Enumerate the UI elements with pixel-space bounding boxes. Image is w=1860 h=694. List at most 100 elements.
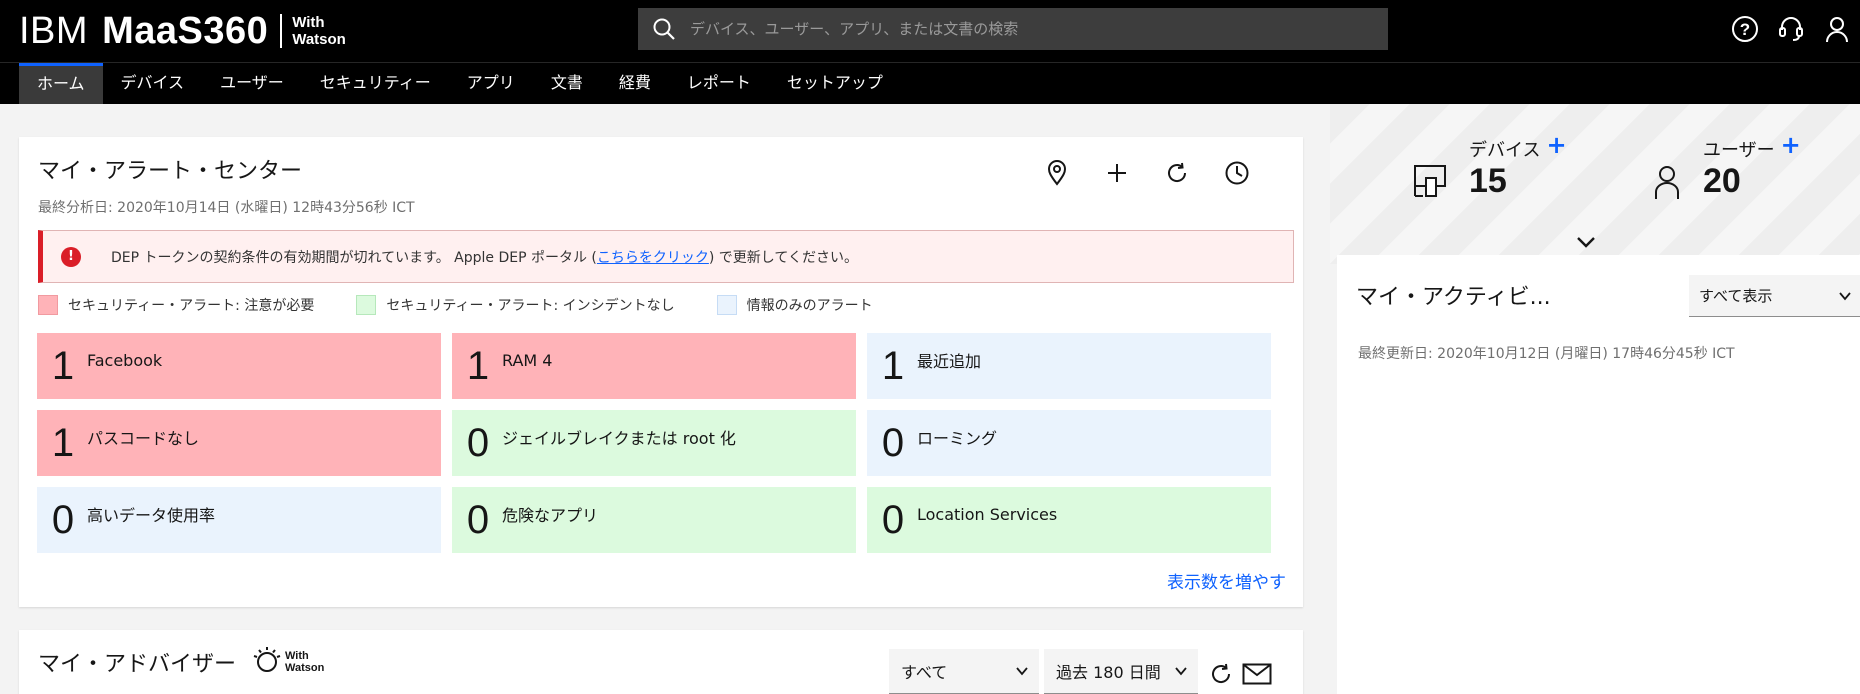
alert-tile-label: Facebook [87, 350, 163, 370]
alert-tile[interactable]: 1 RAM 4 [452, 333, 856, 399]
alert-tile-count: 0 [466, 420, 490, 465]
watson-logo-icon [253, 646, 281, 678]
legend-item: 情報のみのアラート [716, 295, 873, 315]
tab-setup[interactable]: セットアップ [769, 63, 901, 104]
search-icon[interactable] [638, 8, 690, 50]
alert-tile-count: 1 [51, 420, 75, 465]
alert-center-actions [1027, 157, 1267, 189]
watson-with: With [285, 650, 309, 662]
devices-count: 15 [1469, 162, 1507, 200]
advisor-range-select[interactable]: 過去 180 日間 [1044, 649, 1198, 694]
add-user-icon[interactable]: + [1781, 133, 1801, 157]
alert-center-title: マイ・アラート・センター [38, 159, 303, 184]
alert-tile-label: ローミング [917, 429, 998, 448]
watson-badge: With Watson [253, 646, 324, 678]
tab-security[interactable]: セキュリティー [302, 63, 449, 104]
alert-center-card: マイ・アラート・センター 最終分析日: 2020年10月14日 (水曜日) 12… [19, 137, 1303, 607]
devices-stat[interactable]: デバイス + 15 [1413, 133, 1567, 202]
chevron-down-icon [1838, 289, 1852, 307]
advisor-range-value: 過去 180 日間 [1056, 663, 1161, 682]
alert-tile-label: 危険なアプリ [502, 506, 599, 525]
chevron-down-icon [1015, 663, 1029, 682]
legend-item: セキュリティー・アラート: 注意が必要 [38, 295, 314, 315]
tab-documents[interactable]: 文書 [533, 63, 601, 104]
brand-logo[interactable]: IBM MaaS360 With Watson [19, 8, 346, 54]
search-input[interactable] [690, 20, 1370, 38]
banner-text-after: ) で更新してください。 [708, 249, 858, 266]
legend-swatch-red [38, 295, 58, 315]
location-pin-icon[interactable] [1027, 157, 1087, 189]
users-count: 20 [1703, 162, 1741, 200]
main-nav: ホーム デバイス ユーザー セキュリティー アプリ 文書 経費 レポート セット… [0, 62, 1860, 104]
alert-tile-label: 最近追加 [917, 352, 982, 371]
show-more-link[interactable]: 表示数を増やす [1167, 568, 1286, 593]
add-icon[interactable] [1087, 157, 1147, 189]
alert-tile[interactable]: 0 高いデータ使用率 [37, 487, 441, 553]
advisor-filter-select[interactable]: すべて [889, 649, 1039, 694]
alert-tile[interactable]: 0 ジェイルブレイクまたは root 化 [452, 410, 856, 476]
brand-product: MaaS360 [102, 9, 269, 52]
alert-tile-count: 0 [881, 497, 905, 542]
alert-legend: セキュリティー・アラート: 注意が必要 セキュリティー・アラート: インシデント… [38, 295, 915, 315]
activity-title: マイ・アクティビ... [1356, 285, 1551, 310]
activity-card: マイ・アクティビ... すべて表示 最終更新日: 2020年10月12日 (月曜… [1337, 255, 1860, 694]
banner-text-before: DEP トークンの契約条件の有効期間が切れています。 Apple DEP ポータ… [111, 249, 597, 266]
alert-tile[interactable]: 1 Facebook [37, 333, 441, 399]
chevron-down-icon [1174, 663, 1188, 682]
alert-tile-label: パスコードなし [87, 429, 200, 448]
tab-devices[interactable]: デバイス [103, 63, 203, 104]
alert-tile-label: 高いデータ使用率 [87, 506, 216, 525]
alert-tile[interactable]: 1 パスコードなし [37, 410, 441, 476]
advisor-card: マイ・アドバイザー With Watson すべて 過去 180 日間 [19, 630, 1303, 694]
watson-name: Watson [285, 662, 325, 674]
users-icon [1653, 164, 1681, 204]
legend-label: 情報のみのアラート [746, 298, 873, 314]
activity-filter-value: すべて表示 [1699, 287, 1773, 305]
brand-divider [280, 14, 283, 48]
legend-label: セキュリティー・アラート: 注意が必要 [68, 298, 315, 314]
alert-tile[interactable]: 0 危険なアプリ [452, 487, 856, 553]
activity-last-updated: 最終更新日: 2020年10月12日 (月曜日) 17時46分45秒 ICT [1358, 346, 1735, 362]
alert-tile[interactable]: 1 最近追加 [867, 333, 1271, 399]
alert-tile-count: 1 [466, 343, 490, 388]
alert-tile[interactable]: 0 ローミング [867, 410, 1271, 476]
alert-tile-count: 1 [881, 343, 905, 388]
banner-click-here-link[interactable]: こちらをクリック [597, 250, 709, 266]
refresh-icon[interactable] [1209, 662, 1233, 690]
user-profile-icon[interactable] [1814, 10, 1860, 48]
alert-tile-label: RAM 4 [502, 350, 553, 370]
legend-label: セキュリティー・アラート: インシデントなし [386, 298, 675, 314]
help-icon[interactable]: ? [1722, 10, 1768, 48]
users-label: ユーザー [1703, 140, 1775, 161]
tab-apps[interactable]: アプリ [449, 63, 533, 104]
tab-expenses[interactable]: 経費 [601, 63, 669, 104]
dep-token-alert-banner: ! DEP トークンの契約条件の有効期間が切れています。 Apple DEP ポ… [38, 230, 1294, 283]
devices-icon [1413, 164, 1449, 202]
advisor-filter-value: すべて [901, 663, 948, 682]
legend-swatch-blue [716, 295, 737, 315]
alert-tile-count: 0 [466, 497, 490, 542]
refresh-icon[interactable] [1147, 157, 1207, 189]
chevron-down-icon[interactable] [1574, 234, 1598, 254]
tab-home[interactable]: ホーム [19, 63, 103, 104]
alert-tile-label: Location Services [917, 504, 1058, 524]
support-headset-icon[interactable] [1768, 10, 1814, 48]
alert-tile[interactable]: 0 Location Services [867, 487, 1271, 553]
global-search [638, 8, 1388, 50]
brand-ibm: IBM [19, 9, 89, 52]
alert-tiles-grid: 1 Facebook 1 RAM 4 1 最近追加 1 パスコードなし 0 ジェイルブレイ… [37, 333, 1295, 553]
alert-center-last-analyzed: 最終分析日: 2020年10月14日 (水曜日) 12時43分56秒 ICT [38, 200, 415, 216]
alert-tile-count: 0 [881, 420, 905, 465]
error-icon: ! [61, 246, 81, 267]
history-clock-icon[interactable] [1207, 157, 1267, 189]
users-stat[interactable]: ユーザー + 20 [1653, 133, 1801, 204]
alert-tile-label: ジェイルブレイクまたは root 化 [502, 429, 736, 448]
activity-filter-select[interactable]: すべて表示 [1689, 275, 1860, 317]
tab-reports[interactable]: レポート [669, 63, 769, 104]
top-header: IBM MaaS360 With Watson ? [0, 0, 1860, 62]
mail-icon[interactable] [1242, 663, 1272, 689]
tab-users[interactable]: ユーザー [202, 63, 302, 104]
svg-text:?: ? [1740, 20, 1750, 39]
add-device-icon[interactable]: + [1546, 133, 1566, 157]
brand-watson: Watson [292, 31, 346, 48]
